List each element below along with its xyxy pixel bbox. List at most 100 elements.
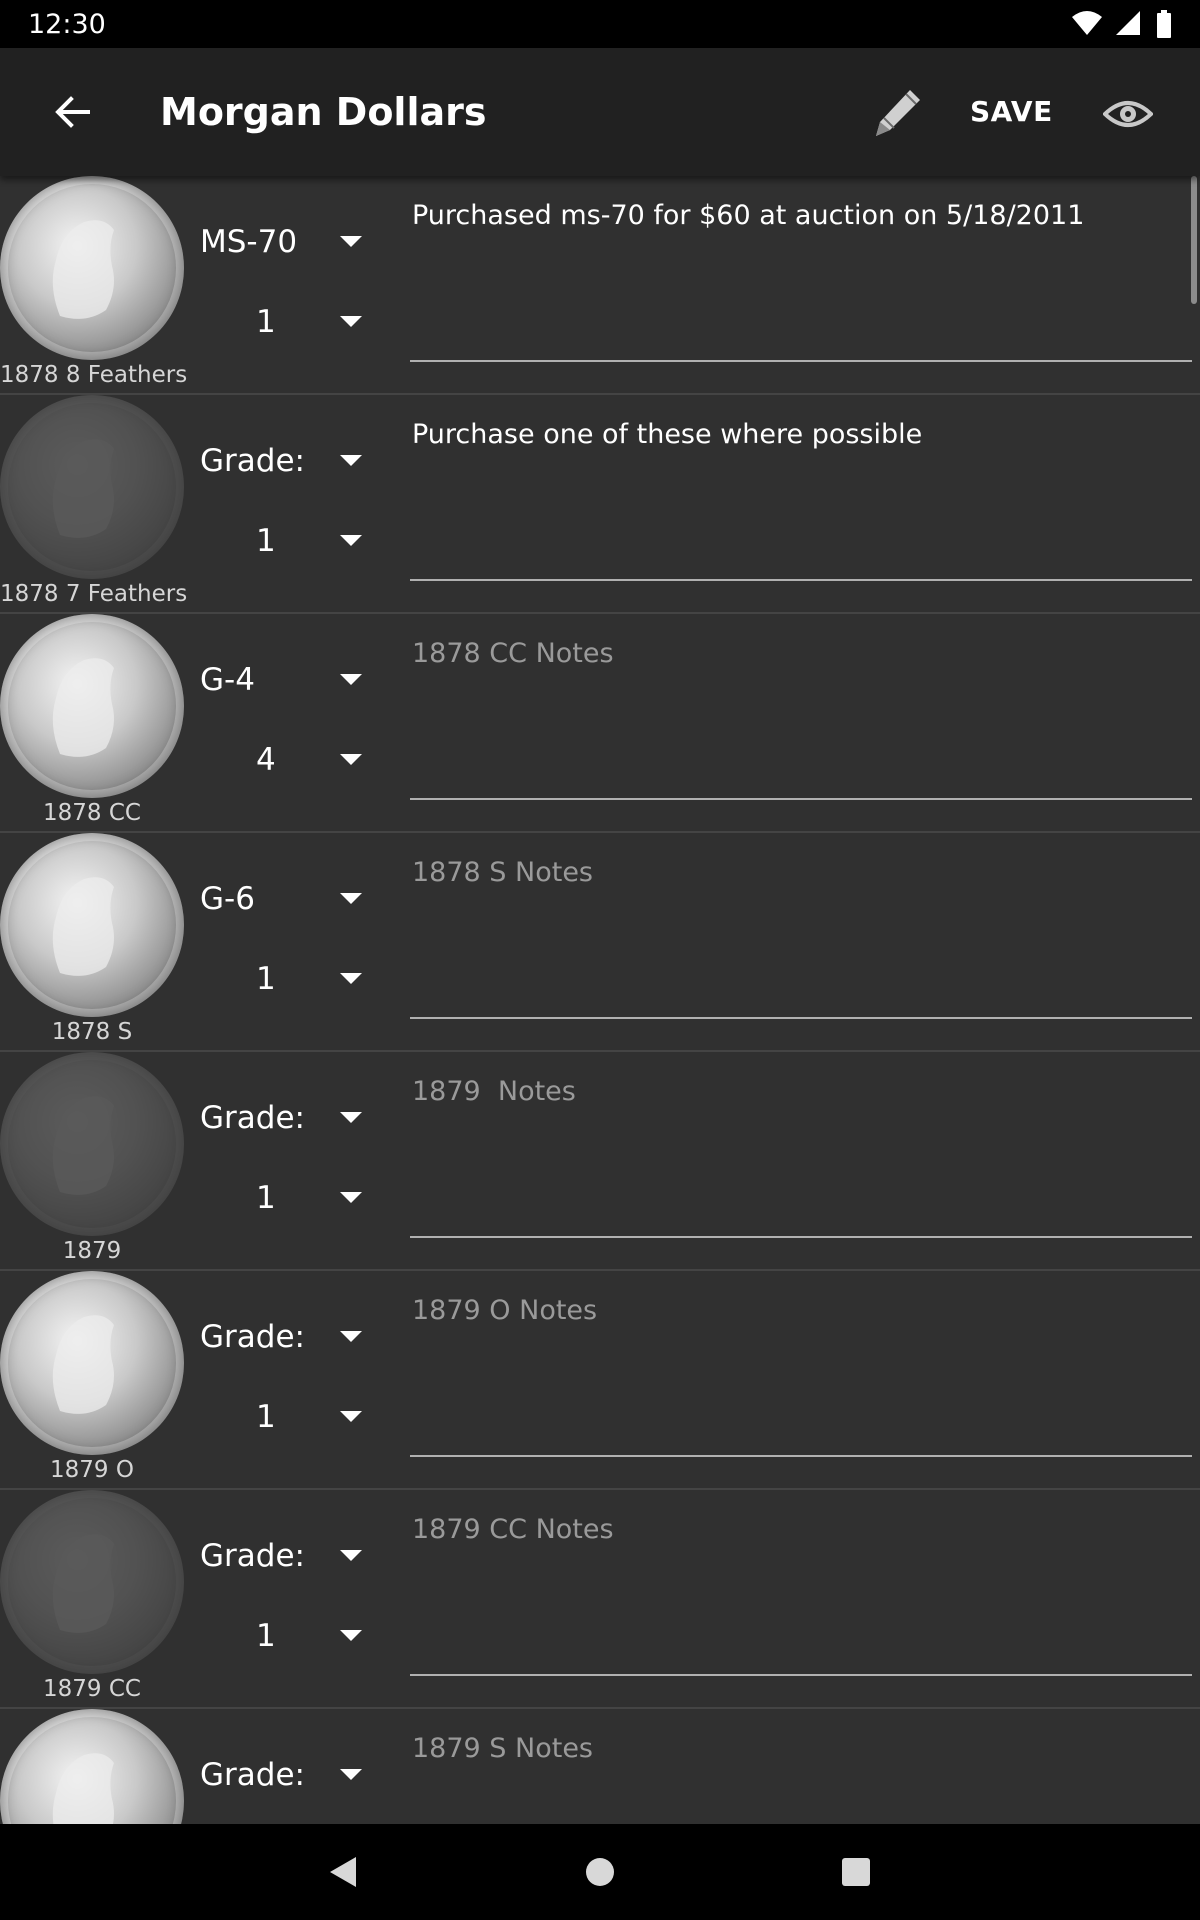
circle-home-icon [586, 1858, 614, 1886]
grade-dropdown[interactable]: Grade: [200, 1313, 370, 1363]
coin-row: Grade: 1879 S Notes [0, 1709, 1200, 1824]
notes-field[interactable]: Purchased ms-70 for $60 at auction on 5/… [410, 198, 1192, 362]
signal-icon [1116, 11, 1140, 35]
status-time: 12:30 [28, 8, 106, 40]
quantity-value: 4 [256, 742, 276, 778]
liberty-head-icon [52, 220, 114, 319]
notes-field[interactable]: 1879 CC Notes [410, 1512, 1192, 1676]
notes-field[interactable]: 1878 S Notes [410, 855, 1192, 1019]
quantity-dropdown[interactable]: 1 [200, 517, 370, 567]
quantity-value: 1 [256, 1399, 276, 1435]
scrollbar[interactable] [1191, 176, 1197, 304]
nav-recents-button[interactable] [832, 1848, 880, 1896]
notes-placeholder: 1879 Notes [412, 1076, 576, 1107]
square-recents-icon [842, 1858, 870, 1886]
grade-value: Grade: [200, 1100, 305, 1136]
coin-image[interactable] [0, 395, 184, 579]
coin-image[interactable] [0, 614, 184, 798]
page-title: Morgan Dollars [160, 90, 487, 134]
grade-dropdown[interactable]: G-6 [200, 875, 370, 925]
dropdown-arrow-icon [340, 455, 362, 466]
coin-image[interactable] [0, 1490, 184, 1674]
grade-dropdown[interactable]: Grade: [200, 1532, 370, 1582]
dropdown-arrow-icon [340, 1550, 362, 1561]
grade-dropdown[interactable]: Grade: [200, 437, 370, 487]
coin-list: 1878 8 Feathers MS-70 1 Purchased ms-70 … [0, 176, 1200, 1824]
grade-dropdown[interactable]: MS-70 [200, 218, 370, 268]
navigation-bar [0, 1824, 1200, 1920]
liberty-head-icon [52, 877, 114, 976]
dropdown-arrow-icon [340, 1411, 362, 1422]
liberty-head-icon [52, 1315, 114, 1414]
coin-label: 1879 [62, 1238, 122, 1264]
grade-value: Grade: [200, 1538, 305, 1574]
coin-image[interactable] [0, 1052, 184, 1236]
edit-button[interactable] [868, 84, 926, 142]
triangle-back-icon [330, 1857, 356, 1887]
notes-field[interactable]: 1878 CC Notes [410, 636, 1192, 800]
wifi-icon [1072, 11, 1102, 35]
quantity-value: 1 [256, 1618, 276, 1654]
coin-label: 1878 8 Feathers [0, 362, 188, 388]
back-button[interactable] [44, 90, 100, 134]
grade-dropdown[interactable]: G-4 [200, 656, 370, 706]
liberty-head-icon [52, 1753, 114, 1824]
back-arrow-icon [55, 96, 90, 128]
quantity-dropdown[interactable]: 1 [200, 955, 370, 1005]
grade-value: G-6 [200, 881, 255, 917]
quantity-dropdown[interactable]: 1 [200, 298, 370, 348]
notes-field[interactable]: Purchase one of these where possible [410, 417, 1192, 581]
notes-field[interactable]: 1879 Notes [410, 1074, 1192, 1238]
coin-row: 1878 7 Feathers Grade: 1 Purchase one of… [0, 395, 1200, 614]
coin-image[interactable] [0, 833, 184, 1017]
dropdown-arrow-icon [340, 535, 362, 546]
grade-dropdown[interactable]: Grade: [200, 1094, 370, 1144]
quantity-value: 1 [256, 304, 276, 340]
dropdown-arrow-icon [340, 1112, 362, 1123]
coin-image[interactable] [0, 1271, 184, 1455]
grade-dropdown[interactable]: Grade: [200, 1751, 370, 1801]
quantity-dropdown[interactable]: 4 [200, 736, 370, 786]
coin-label: 1878 7 Feathers [0, 581, 188, 607]
quantity-value: 1 [256, 523, 276, 559]
save-button[interactable]: SAVE [970, 94, 1053, 130]
grade-value: G-4 [200, 662, 255, 698]
coin-row: 1878 8 Feathers MS-70 1 Purchased ms-70 … [0, 176, 1200, 395]
notes-field[interactable]: 1879 S Notes [410, 1731, 1192, 1824]
coin-row: 1879 Grade: 1 1879 Notes [0, 1052, 1200, 1271]
liberty-head-icon [52, 1534, 114, 1633]
dropdown-arrow-icon [340, 1192, 362, 1203]
liberty-head-icon [52, 658, 114, 757]
coin-label: 1878 S [51, 1019, 133, 1045]
notes-placeholder: 1878 CC Notes [412, 638, 614, 669]
coin-row: 1879 O Grade: 1 1879 O Notes [0, 1271, 1200, 1490]
notes-placeholder: 1878 S Notes [412, 857, 593, 888]
battery-icon [1157, 10, 1171, 38]
dropdown-arrow-icon [340, 1630, 362, 1641]
status-bar: 12:30 [0, 0, 1200, 48]
quantity-value: 1 [256, 1180, 276, 1216]
dropdown-arrow-icon [340, 754, 362, 765]
coin-image[interactable] [0, 1709, 184, 1824]
view-button[interactable] [1100, 92, 1156, 136]
notes-placeholder: 1879 S Notes [412, 1733, 593, 1764]
nav-back-button[interactable] [318, 1848, 366, 1896]
quantity-dropdown[interactable]: 1 [200, 1393, 370, 1443]
coin-image[interactable] [0, 176, 184, 360]
notes-text: Purchased ms-70 for $60 at auction on 5/… [412, 200, 1085, 231]
coin-row: 1878 CC G-4 4 1878 CC Notes [0, 614, 1200, 833]
liberty-head-icon [52, 439, 114, 538]
notes-field[interactable]: 1879 O Notes [410, 1293, 1192, 1457]
coin-label: 1879 O [50, 1457, 134, 1483]
nav-home-button[interactable] [576, 1848, 624, 1896]
coin-label: 1878 CC [43, 800, 141, 826]
notes-placeholder: 1879 O Notes [412, 1295, 598, 1326]
coin-label: 1879 CC [43, 1676, 141, 1702]
grade-value: Grade: [200, 1319, 305, 1355]
quantity-dropdown[interactable]: 1 [200, 1612, 370, 1662]
quantity-dropdown[interactable]: 1 [200, 1174, 370, 1224]
liberty-head-icon [52, 1096, 114, 1195]
notes-placeholder: 1879 CC Notes [412, 1514, 614, 1545]
pencil-icon [876, 90, 920, 136]
eye-icon [1103, 101, 1153, 127]
